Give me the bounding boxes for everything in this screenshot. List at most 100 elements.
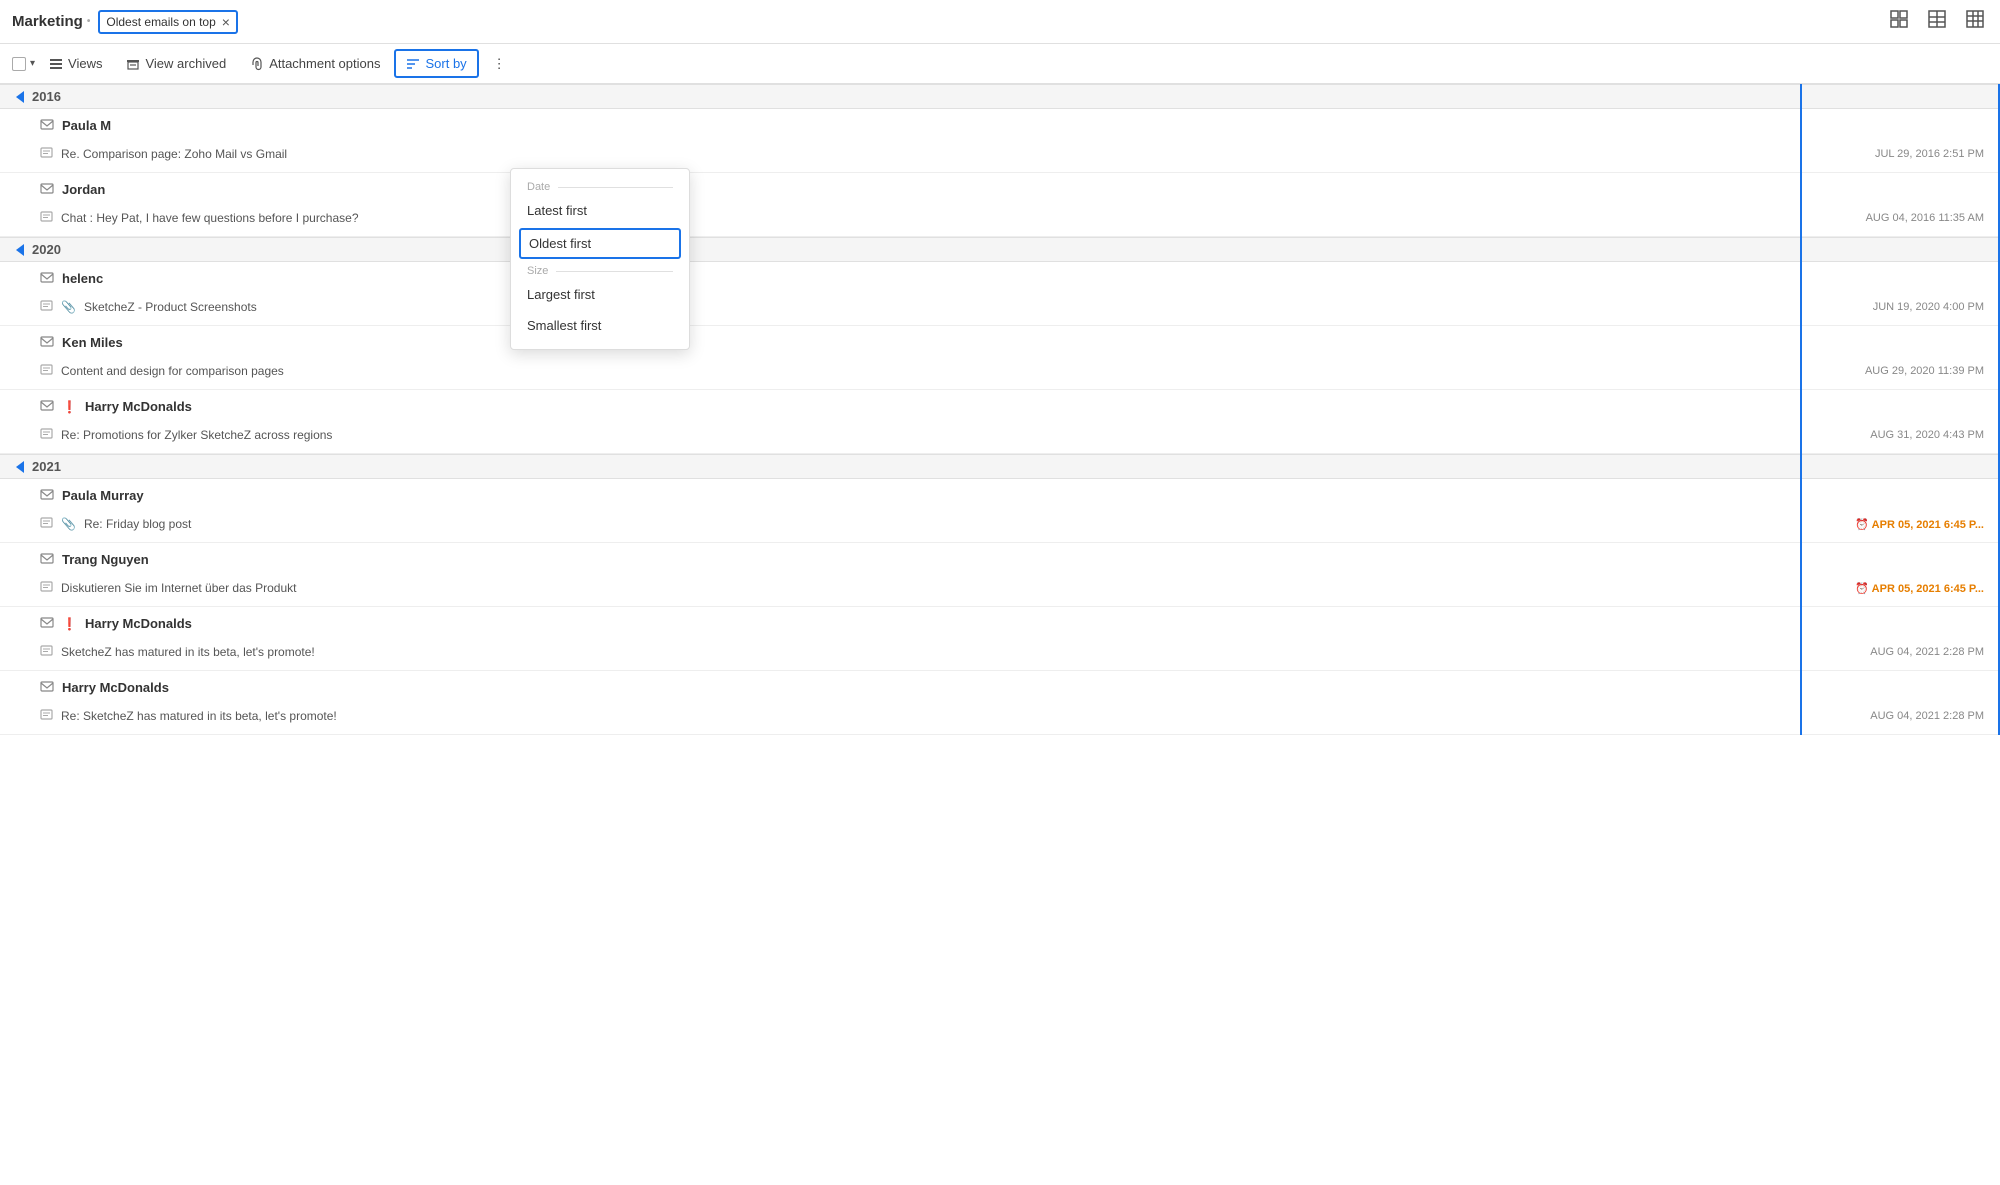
size-section-label: Size [511, 261, 689, 279]
year-header: 2021 [0, 454, 2000, 479]
select-checkbox[interactable] [12, 57, 26, 71]
clock-icon: ⏰ [1855, 519, 1871, 531]
email-row[interactable]: 📎 SketcheZ - Product Screenshots JUN 19,… [0, 289, 2000, 325]
sender-name: Harry McDonalds [62, 680, 169, 695]
filter-tag[interactable]: Oldest emails on top × [98, 10, 238, 34]
email-sender-row: Trang Nguyen [0, 543, 2000, 570]
flag-icon: ❗ [62, 617, 77, 631]
top-bar: Marketing • Oldest emails on top × [0, 0, 2000, 44]
attachment-icon: 📎 [61, 300, 76, 314]
email-row[interactable]: Re: Promotions for Zylker SketcheZ acros… [0, 417, 2000, 453]
email-subject: Re: SketcheZ has matured in its beta, le… [61, 709, 1816, 723]
compact-view-icon[interactable] [1886, 6, 1912, 37]
email-sender-row: Paula Murray [0, 479, 2000, 506]
email-thread[interactable]: Jordan Chat : Hey Pat, I have few questi… [0, 173, 2000, 237]
email-sender-row: Paula M [0, 109, 2000, 136]
views-button[interactable]: Views [39, 51, 112, 76]
email-type-icon [40, 615, 54, 632]
attachment-options-button[interactable]: Attachment options [240, 51, 390, 76]
attachment-icon: 📎 [61, 517, 76, 531]
email-sender-row: Harry McDonalds [0, 671, 2000, 698]
message-icon [40, 363, 53, 379]
toolbar: ▾ Views View archived Attachment options… [0, 44, 2000, 84]
oldest-first-option[interactable]: Oldest first [519, 228, 681, 259]
message-icon [40, 708, 53, 724]
email-thread[interactable]: Paula Murray 📎 Re: Friday blog post ⏰ AP… [0, 479, 2000, 543]
message-icon [40, 299, 53, 315]
flag-icon: ❗ [62, 400, 77, 414]
smallest-first-option[interactable]: Smallest first [511, 310, 689, 341]
filter-close-icon[interactable]: × [222, 14, 230, 30]
email-subject: Re. Comparison page: Zoho Mail vs Gmail [61, 147, 1816, 161]
year-arrow [16, 244, 24, 256]
email-thread[interactable]: ❗ Harry McDonalds Re: Promotions for Zyl… [0, 390, 2000, 454]
email-thread[interactable]: Paula M Re. Comparison page: Zoho Mail v… [0, 109, 2000, 173]
message-icon [40, 644, 53, 660]
email-type-icon [40, 551, 54, 568]
message-icon [40, 210, 53, 226]
email-subject: Content and design for comparison pages [61, 364, 1816, 378]
sender-name: Harry McDonalds [85, 399, 192, 414]
sender-name: Ken Miles [62, 335, 123, 350]
email-subject: SketcheZ - Product Screenshots [84, 300, 1816, 314]
year-arrow [16, 91, 24, 103]
email-thread[interactable]: Trang Nguyen Diskutieren Sie im Internet… [0, 543, 2000, 607]
email-date: JUN 19, 2020 4:00 PM [1824, 301, 1984, 313]
email-row[interactable]: Content and design for comparison pages … [0, 353, 2000, 389]
grid-view-icon[interactable] [1962, 6, 1988, 37]
latest-first-option[interactable]: Latest first [511, 195, 689, 226]
email-type-icon [40, 181, 54, 198]
email-date: AUG 04, 2021 2:28 PM [1824, 646, 1984, 658]
email-subject: Diskutieren Sie im Internet über das Pro… [61, 581, 1816, 595]
sender-name: helenc [62, 271, 103, 286]
view-archived-button[interactable]: View archived [116, 51, 236, 76]
email-row[interactable]: Diskutieren Sie im Internet über das Pro… [0, 570, 2000, 606]
email-subject: Re: Friday blog post [84, 517, 1816, 531]
message-icon [40, 516, 53, 532]
email-date: JUL 29, 2016 2:51 PM [1824, 148, 1984, 160]
sender-name: Trang Nguyen [62, 552, 149, 567]
message-icon [40, 427, 53, 443]
email-sender-row: Jordan [0, 173, 2000, 200]
sort-dropdown[interactable]: Date Latest first Oldest first Size Larg… [510, 168, 690, 350]
email-type-icon [40, 487, 54, 504]
email-row[interactable]: SketcheZ has matured in its beta, let's … [0, 634, 2000, 670]
more-options-button[interactable]: ⋮ [483, 51, 516, 77]
email-date: ⏰ APR 05, 2021 6:45 P... [1824, 518, 1984, 531]
checkbox-dropdown-arrow[interactable]: ▾ [30, 58, 35, 69]
year-arrow [16, 461, 24, 473]
sender-name: Harry McDonalds [85, 616, 192, 631]
year-label: 2020 [32, 242, 61, 257]
email-thread[interactable]: Ken Miles Content and design for compari… [0, 326, 2000, 390]
email-date: AUG 04, 2021 2:28 PM [1824, 710, 1984, 722]
email-row[interactable]: Re. Comparison page: Zoho Mail vs Gmail … [0, 136, 2000, 172]
email-sender-row: Ken Miles [0, 326, 2000, 353]
email-date: ⏰ APR 05, 2021 6:45 P... [1824, 582, 1984, 595]
email-thread[interactable]: helenc 📎 SketcheZ - Product Screenshots … [0, 262, 2000, 326]
email-sender-row: ❗ Harry McDonalds [0, 390, 2000, 417]
email-subject: SketcheZ has matured in its beta, let's … [61, 645, 1816, 659]
email-row[interactable]: Re: SketcheZ has matured in its beta, le… [0, 698, 2000, 734]
email-date: AUG 31, 2020 4:43 PM [1824, 429, 1984, 441]
email-sender-row: ❗ Harry McDonalds [0, 607, 2000, 634]
email-sender-row: helenc [0, 262, 2000, 289]
largest-first-option[interactable]: Largest first [511, 279, 689, 310]
email-type-icon [40, 117, 54, 134]
email-subject: Chat : Hey Pat, I have few questions bef… [61, 211, 1816, 225]
year-label: 2021 [32, 459, 61, 474]
email-list: 2016 Paula M Re. Comparison page: Zoho M… [0, 84, 2000, 735]
sort-by-button[interactable]: Sort by [394, 49, 478, 78]
email-row[interactable]: Chat : Hey Pat, I have few questions bef… [0, 200, 2000, 236]
sender-name: Paula M [62, 118, 111, 133]
email-row[interactable]: 📎 Re: Friday blog post ⏰ APR 05, 2021 6:… [0, 506, 2000, 542]
email-thread[interactable]: Harry McDonalds Re: SketcheZ has matured… [0, 671, 2000, 735]
year-label: 2016 [32, 89, 61, 104]
email-thread[interactable]: ❗ Harry McDonalds SketcheZ has matured i… [0, 607, 2000, 671]
message-icon [40, 146, 53, 162]
email-type-icon [40, 270, 54, 287]
split-view-icon[interactable] [1924, 6, 1950, 37]
email-date: AUG 29, 2020 11:39 PM [1824, 365, 1984, 377]
email-date: AUG 04, 2016 11:35 AM [1824, 212, 1984, 224]
email-subject: Re: Promotions for Zylker SketcheZ acros… [61, 428, 1816, 442]
message-icon [40, 580, 53, 596]
